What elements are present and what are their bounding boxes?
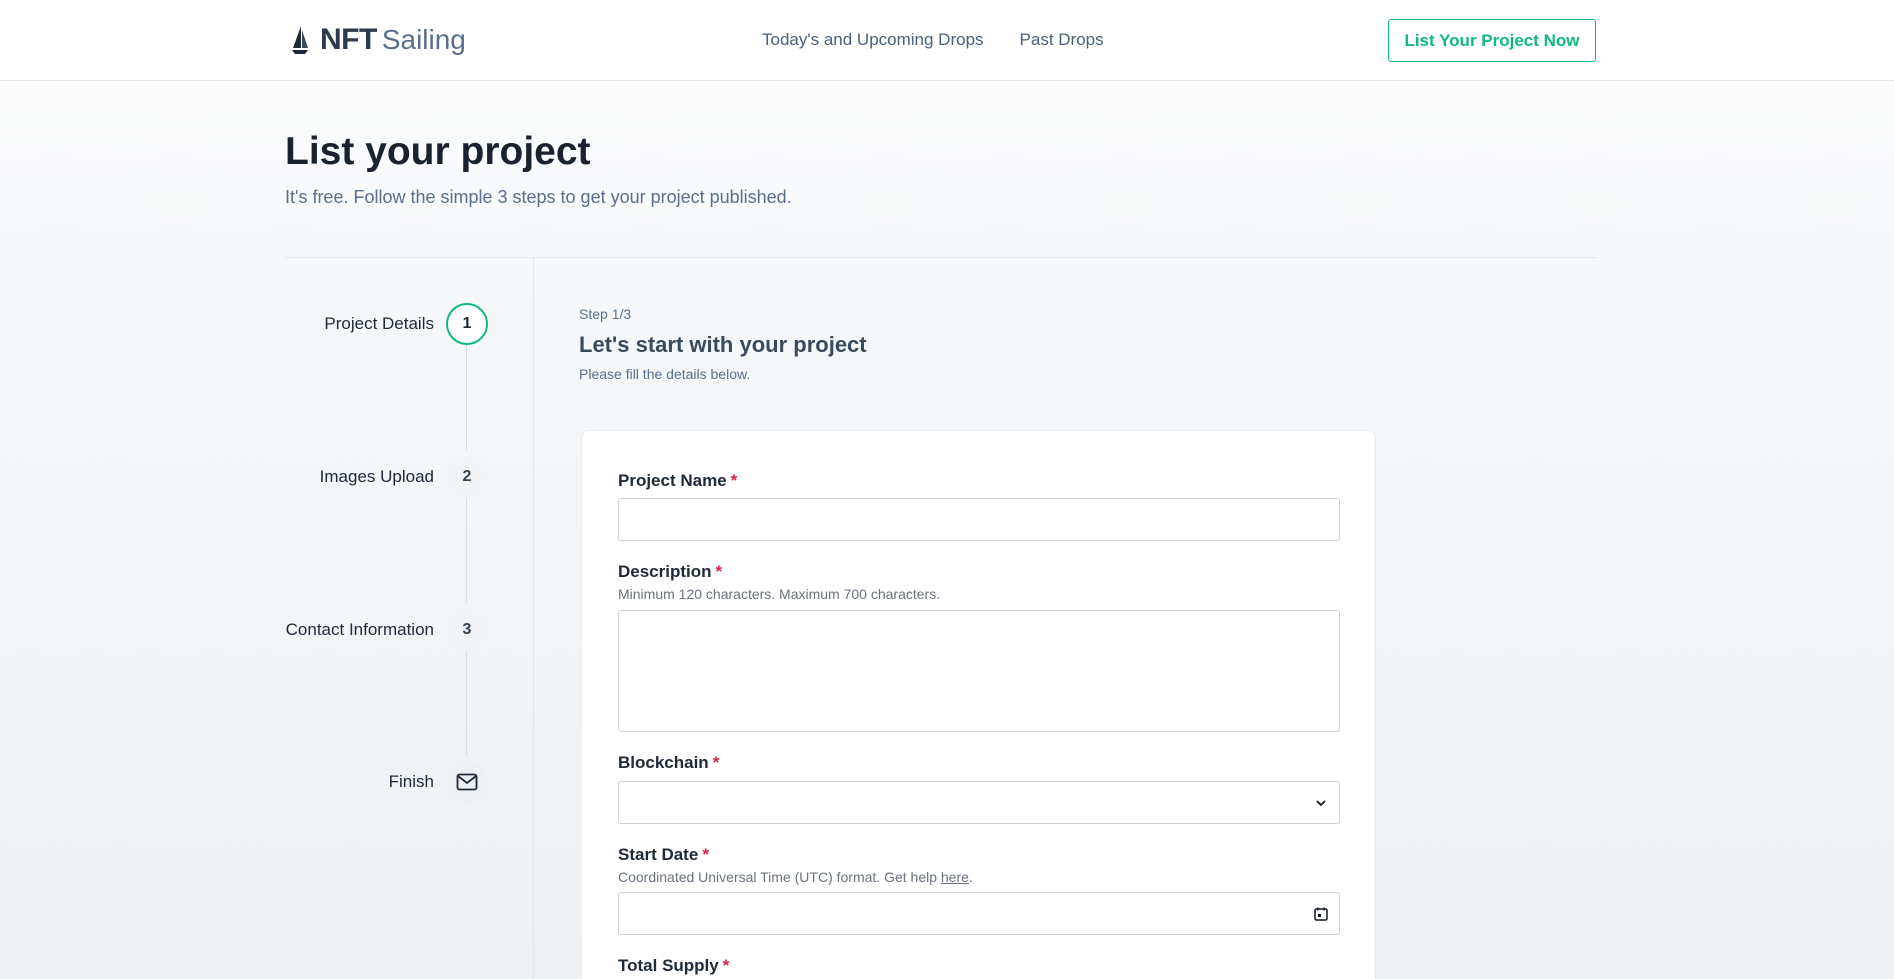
step-project-details[interactable]: Project Details 1 [285,303,488,345]
project-name-input[interactable] [618,498,1340,541]
start-date-label: Start Date * [618,845,709,864]
blockchain-select[interactable] [618,781,1340,824]
step-connector [466,498,467,603]
nav-upcoming-drops[interactable]: Today's and Upcoming Drops [762,30,984,50]
required-mark: * [722,956,730,975]
project-name-label: Project Name * [618,471,738,490]
step-label: Images Upload [319,467,434,486]
main-nav: Today's and Upcoming Drops Past Drops [762,30,1140,50]
step-label: Project Details [324,314,434,333]
top-navbar: NFT Sailing Today's and Upcoming Drops P… [0,0,1894,81]
step-number: 3 [446,609,488,651]
help-link[interactable]: here [941,869,969,885]
start-date-input[interactable] [618,892,1340,935]
step-number: 1 [446,303,488,345]
required-mark: * [702,845,709,864]
step-label: Finish [388,772,434,791]
blockchain-label: Blockchain * [618,753,720,772]
brand-name-light: Sailing [381,24,466,55]
step-label: Contact Information [285,620,434,639]
step-contact-information[interactable]: Contact Information 3 [285,609,488,651]
project-form-card: Project Name * Description * Minimum 120 c… [581,430,1376,979]
brand-name-bold: NFT [320,23,377,56]
brand-logo[interactable]: NFT Sailing [290,22,466,58]
envelope-icon [446,761,488,803]
total-supply-label: Total Supply * [618,956,730,975]
required-mark: * [730,471,738,490]
step-connector [466,651,467,756]
step-number: 2 [446,456,488,498]
list-project-button[interactable]: List Your Project Now [1388,19,1596,62]
page-title: List your project [285,130,591,173]
required-mark: * [715,562,723,581]
required-mark: * [712,753,720,772]
section-divider [285,257,1596,258]
step-images-upload[interactable]: Images Upload 2 [285,456,488,498]
description-help: Minimum 120 characters. Maximum 700 char… [618,586,941,602]
start-date-help: Coordinated Universal Time (UTC) format.… [618,869,973,885]
description-textarea[interactable] [618,610,1340,732]
page-subtitle: It's free. Follow the simple 3 steps to … [285,187,792,207]
description-label: Description * [618,562,723,581]
calendar-icon[interactable] [1313,906,1329,922]
step-finish[interactable]: Finish [285,761,488,803]
step-counter: Step 1/3 [579,306,632,322]
nav-past-drops[interactable]: Past Drops [1020,30,1104,50]
form-subheading: Please fill the details below. [579,366,751,382]
chevron-down-icon [1316,799,1326,806]
step-connector [466,345,467,450]
form-heading: Let's start with your project [579,332,867,357]
sidebar-divider [533,257,534,979]
sailboat-icon [292,26,308,54]
